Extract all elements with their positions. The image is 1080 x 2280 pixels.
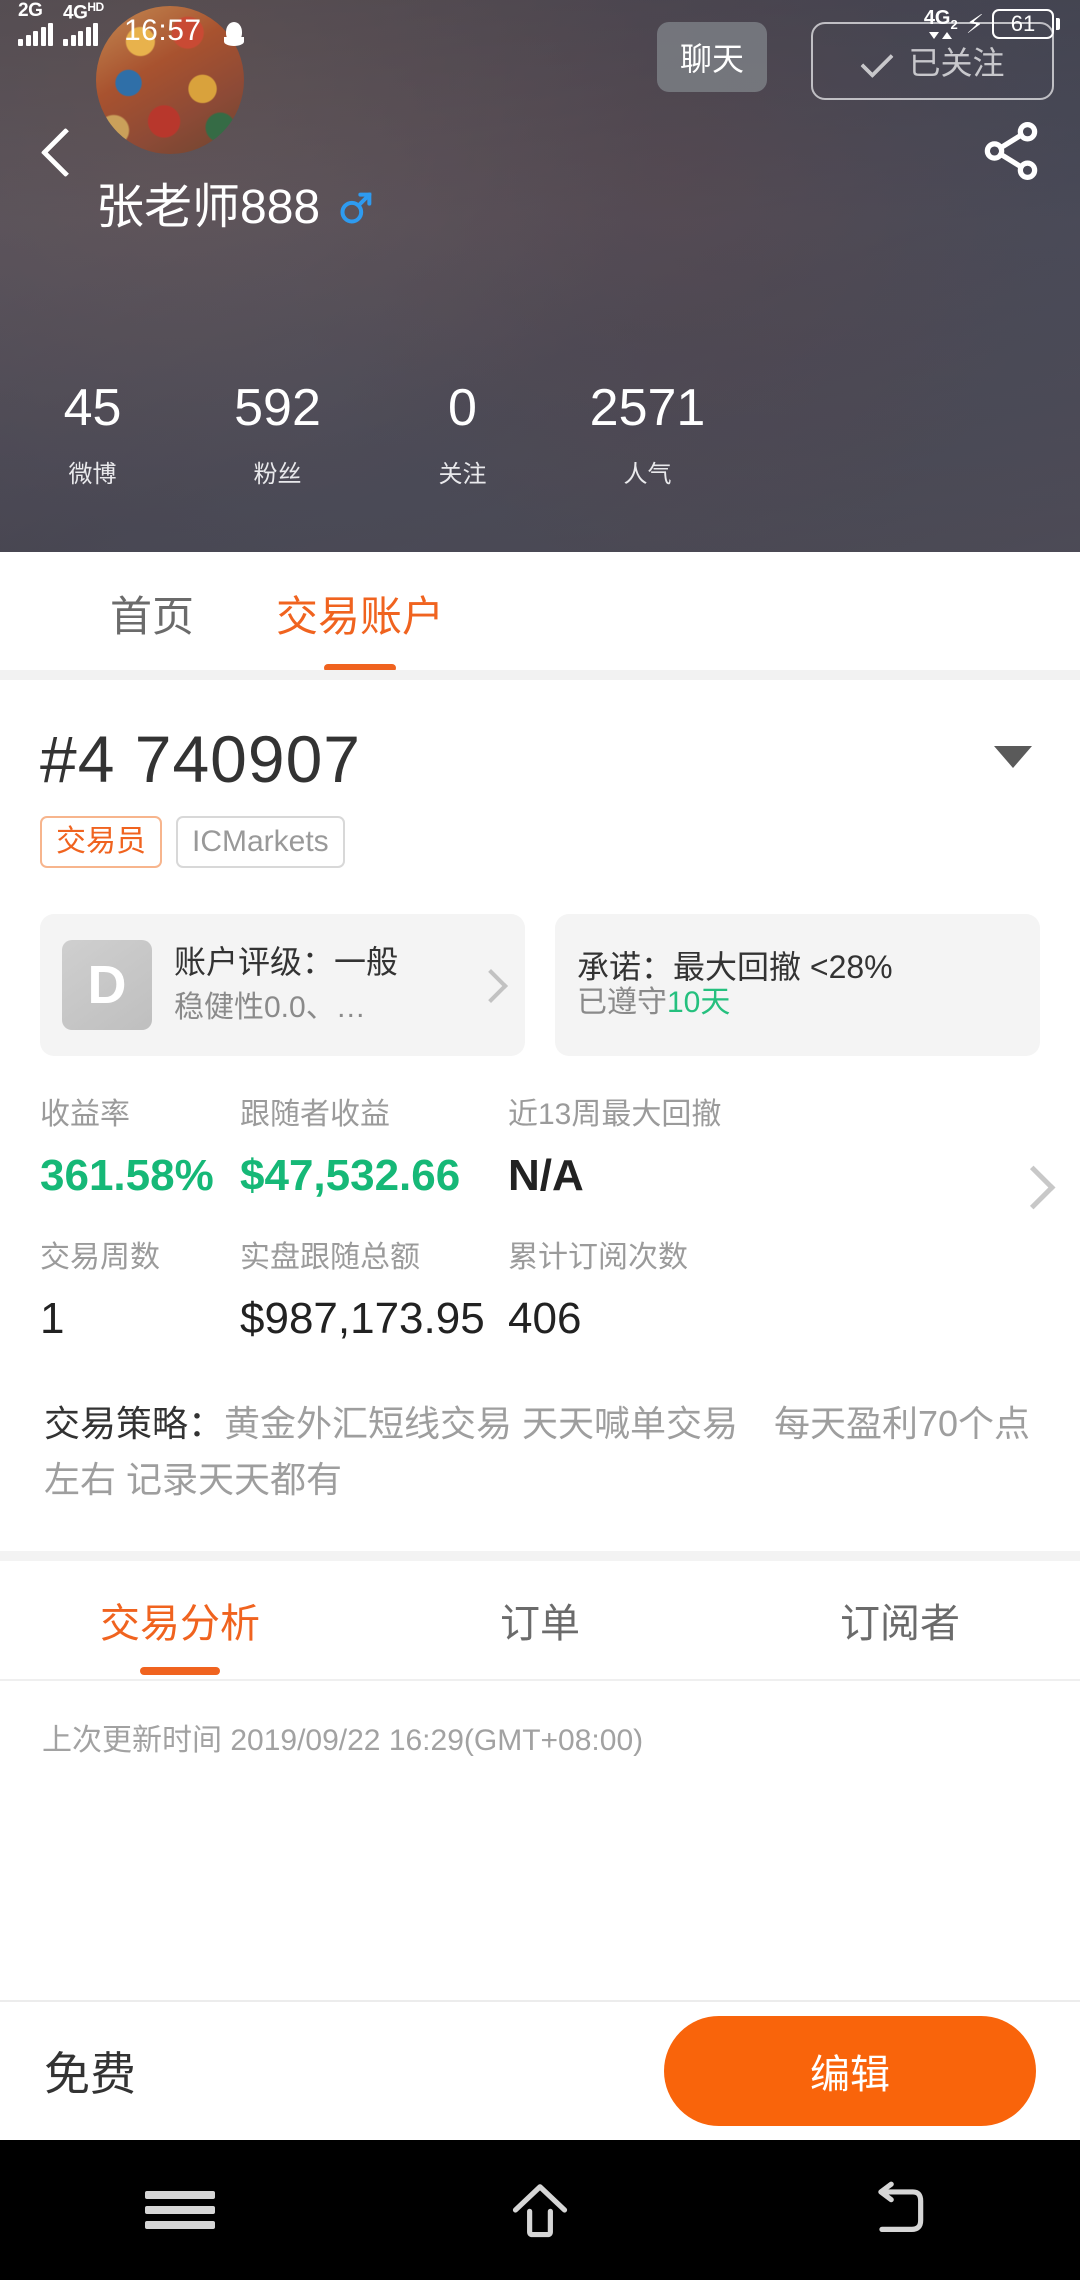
app-root: 2G 4GHD 16:57 4G2 ⚡ 61 聊天 已关注 张老师888 45 … [0,0,1080,2280]
username: 张老师888 [96,181,321,234]
battery-cap-icon [1056,17,1060,30]
network-indicator: 4G2 [924,8,958,39]
promise-title: 承诺：最大回撤 <28% [577,949,893,986]
metric-label: 交易周数 [40,1240,160,1274]
back-icon[interactable] [720,2140,1080,2280]
metrics-row-1: 收益率 361.58% 跟随者收益 $47,532.66 近13周最大回撤 N/… [40,1098,1040,1199]
profile-hero: 2G 4GHD 16:57 4G2 ⚡ 61 聊天 已关注 张老师888 45 … [0,0,1080,552]
promise-sub-prefix: 已遵守 [577,985,667,1019]
profile-stats: 45 微博 592 粉丝 0 关注 2571 人气 [0,380,740,500]
stat-label: 粉丝 [253,461,302,489]
charging-bolt-icon: ⚡ [965,8,984,39]
stat-value: 592 [234,379,321,437]
metric-total-following-amount: 实盘跟随总额 $987,173.95 [240,1241,508,1342]
price-label: 免费 [44,2048,136,2100]
share-icon[interactable] [978,118,1044,184]
account-rating-card[interactable]: D 账户评级：一般 稳健性0.0、… [40,913,525,1056]
tab-home[interactable]: 首页 [110,583,194,650]
stat-value: 0 [448,379,477,437]
section-divider [0,1551,1080,1562]
battery-level: 61 [992,8,1054,39]
account-number: #4 740907 [40,722,361,796]
tab-orders[interactable]: 订单 [360,1591,720,1649]
tab-bar-separator [0,670,1080,680]
chevron-right-icon[interactable] [1018,1166,1044,1206]
signal-1-bars-icon [18,22,53,46]
promise-card[interactable]: 承诺：最大回撤 <28% 已遵守10天 [555,913,1040,1056]
stat-label: 微博 [68,461,117,489]
content-tab-bar: 交易分析 订单 订阅者 [0,1561,1080,1680]
network-arrows-icon [929,32,953,39]
tab-subscribers[interactable]: 订阅者 [720,1591,1080,1649]
promise-sub-value: 10天 [667,985,731,1019]
account-badges: 交易员 ICMarkets [40,816,1040,868]
stat-label: 关注 [438,461,487,489]
menu-icon[interactable] [0,2140,360,2280]
metric-label: 累计订阅次数 [508,1240,688,1274]
metric-label: 跟随者收益 [240,1097,390,1131]
android-nav-bar [0,2140,1080,2280]
metric-label: 近13周最大回撤 [508,1097,722,1131]
signal-2: 4GHD [63,1,104,46]
top-tab-bar: 首页 交易账户 [0,552,1080,680]
rating-title: 账户评级：一般 [174,944,399,981]
stat-value: 2571 [589,379,706,437]
chevron-down-icon[interactable] [994,746,1032,768]
metric-value: $987,173.95 [240,1293,485,1343]
status-bar-left: 2G 4GHD 16:57 [18,1,244,47]
signal-1-label: 2G [18,0,43,21]
metric-max-drawdown-13w: 近13周最大回撤 N/A [508,1098,1040,1199]
metric-return-rate: 收益率 361.58% [40,1098,240,1199]
status-bar-right: 4G2 ⚡ 61 [924,8,1060,39]
metrics-section[interactable]: 收益率 361.58% 跟随者收益 $47,532.66 近13周最大回撤 N/… [0,1056,1080,1342]
signal-2-bars-icon [63,22,98,46]
promise-subtitle: 已遵守10天 [577,986,730,1019]
metric-follower-profit: 跟随者收益 $47,532.66 [240,1098,508,1199]
signal-1: 2G [18,1,53,46]
metric-label: 实盘跟随总额 [240,1240,420,1274]
chevron-right-icon [479,969,501,1001]
back-arrow-icon[interactable] [38,125,80,181]
metric-value: 406 [508,1293,582,1343]
status-bar-clock: 16:57 [124,14,202,47]
strategy-description: 交易策略：黄金外汇短线交易 天天喊单交易 每天盈利70个点左右 记录天天都有 [0,1342,1080,1552]
metric-label: 收益率 [40,1097,130,1131]
stat-value: 45 [63,379,122,437]
metrics-row-2: 交易周数 1 实盘跟随总额 $987,173.95 累计订阅次数 406 [40,1241,1040,1342]
strategy-label: 交易策略： [44,1402,225,1444]
username-row: 张老师888 [96,184,376,232]
qq-penguin-icon [223,20,244,46]
stat-popularity[interactable]: 2571 人气 [555,380,740,500]
stat-label: 人气 [623,461,672,489]
male-gender-icon [336,188,376,228]
network-label: 4G2 [923,7,958,32]
grade-badge: D [62,939,152,1030]
bottom-action-bar: 免费 编辑 [0,2000,1080,2140]
rating-text: 账户评级：一般 稳健性0.0、… [174,944,399,1024]
metric-total-subscriptions: 累计订阅次数 406 [508,1241,1040,1342]
battery-indicator: 61 [992,8,1060,39]
stat-weibo[interactable]: 45 微博 [0,380,185,500]
signal-2-label: 4GHD [63,0,104,24]
status-bar: 2G 4GHD 16:57 4G2 ⚡ 61 [0,0,1080,62]
tab-trading-account[interactable]: 交易账户 [276,583,444,650]
metric-value: N/A [508,1150,584,1200]
metric-value: 361.58% [40,1150,214,1200]
stat-fans[interactable]: 592 粉丝 [185,380,370,500]
info-cards: D 账户评级：一般 稳健性0.0、… 承诺：最大回撤 <28% 已遵守10天 [0,868,1080,1056]
edit-button[interactable]: 编辑 [664,2016,1036,2126]
last-updated-text: 上次更新时间 2019/09/22 16:29(GMT+08:00) [0,1681,1080,1790]
stat-following[interactable]: 0 关注 [370,380,555,500]
tab-trade-analysis[interactable]: 交易分析 [0,1591,360,1649]
home-icon[interactable] [360,2140,720,2280]
account-section: #4 740907 交易员 ICMarkets [0,680,1080,868]
badge-trader: 交易员 [40,816,162,868]
badge-broker: ICMarkets [176,816,345,868]
rating-subtitle: 稳健性0.0、… [174,990,366,1024]
metric-value: $47,532.66 [240,1150,461,1200]
metric-value: 1 [40,1293,65,1343]
metric-trading-weeks: 交易周数 1 [40,1241,240,1342]
